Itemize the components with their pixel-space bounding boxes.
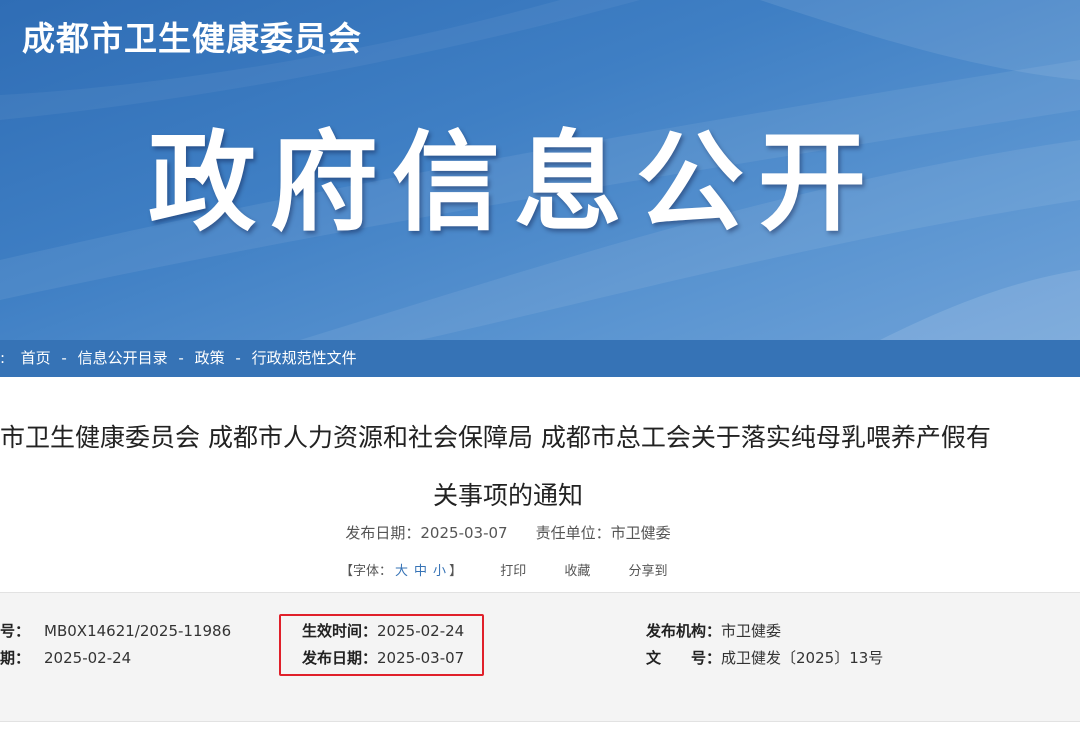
article-title: 市卫生健康委员会 成都市人力资源和社会保障局 成都市总工会关于落实纯母乳喂养产假… bbox=[0, 418, 1080, 518]
responsible-unit-label: 责任单位： bbox=[535, 524, 611, 542]
article-title-line-1: 市卫生健康委员会 成都市人力资源和社会保障局 成都市总工会关于落实纯母乳喂养产假… bbox=[0, 423, 991, 452]
font-size-control: 【字体：大中小】 bbox=[340, 564, 466, 579]
breadcrumb-home[interactable]: 首页 bbox=[21, 340, 51, 377]
responsible-unit: 市卫健委 bbox=[610, 524, 671, 542]
breadcrumb-policy[interactable]: 政策 bbox=[195, 340, 225, 377]
font-small-button[interactable]: 小 bbox=[430, 564, 449, 579]
document-info-panel bbox=[0, 592, 1080, 722]
issuing-organization-value: 市卫健委 bbox=[721, 622, 782, 640]
breadcrumb-normative-docs[interactable]: 行政规范性文件 bbox=[252, 340, 357, 377]
breadcrumb: : 首页 - 信息公开目录 - 政策 - 行政规范性文件 bbox=[0, 340, 1080, 377]
font-size-label-close: 】 bbox=[449, 564, 463, 579]
print-button[interactable]: 打印 bbox=[500, 560, 526, 579]
publish-date: 2025-03-07 bbox=[420, 524, 508, 542]
index-number-value: MB0X14621/2025-11986 bbox=[44, 622, 232, 640]
header-banner: 成都市卫生健康委员会 政府信息公开 bbox=[0, 0, 1080, 340]
document-number-value: 成卫健发〔2025〕13号 bbox=[721, 649, 884, 667]
share-button[interactable]: 分享到 bbox=[629, 560, 668, 579]
breadcrumb-prefix: : bbox=[0, 349, 6, 367]
document-number-label: 文 号： bbox=[646, 649, 722, 667]
breadcrumb-separator: - bbox=[235, 349, 241, 367]
generated-date-label: 期： bbox=[0, 649, 31, 667]
font-size-label: 【字体： bbox=[340, 564, 393, 579]
breadcrumb-info-catalog[interactable]: 信息公开目录 bbox=[78, 340, 168, 377]
breadcrumb-separator: - bbox=[178, 349, 184, 367]
document-number: 文 号：成卫健发〔2025〕13号 bbox=[646, 647, 883, 668]
index-number: 号： MB0X14621/2025-11986 bbox=[0, 620, 231, 641]
issuing-organization: 发布机构：市卫健委 bbox=[646, 620, 781, 641]
site-name[interactable]: 成都市卫生健康委员会 bbox=[22, 12, 362, 60]
issuing-organization-label: 发布机构： bbox=[646, 622, 722, 640]
highlight-box bbox=[279, 614, 484, 676]
article-toolbar: 【字体：大中小】 打印 收藏 分享到 bbox=[340, 560, 668, 579]
article-meta: 发布日期：2025-03-07 责任单位：市卫健委 bbox=[0, 522, 1016, 543]
breadcrumb-separator: - bbox=[61, 349, 67, 367]
font-large-button[interactable]: 大 bbox=[392, 564, 411, 579]
publish-date-label: 发布日期： bbox=[345, 524, 421, 542]
banner-title: 政府信息公开 bbox=[148, 121, 881, 246]
generated-date-value: 2025-02-24 bbox=[44, 649, 132, 667]
article-title-line-2: 关事项的通知 bbox=[432, 481, 583, 510]
font-medium-button[interactable]: 中 bbox=[411, 564, 430, 579]
favorite-button[interactable]: 收藏 bbox=[564, 560, 590, 579]
index-number-label: 号： bbox=[0, 622, 31, 640]
generated-date: 期： 2025-02-24 bbox=[0, 647, 131, 668]
